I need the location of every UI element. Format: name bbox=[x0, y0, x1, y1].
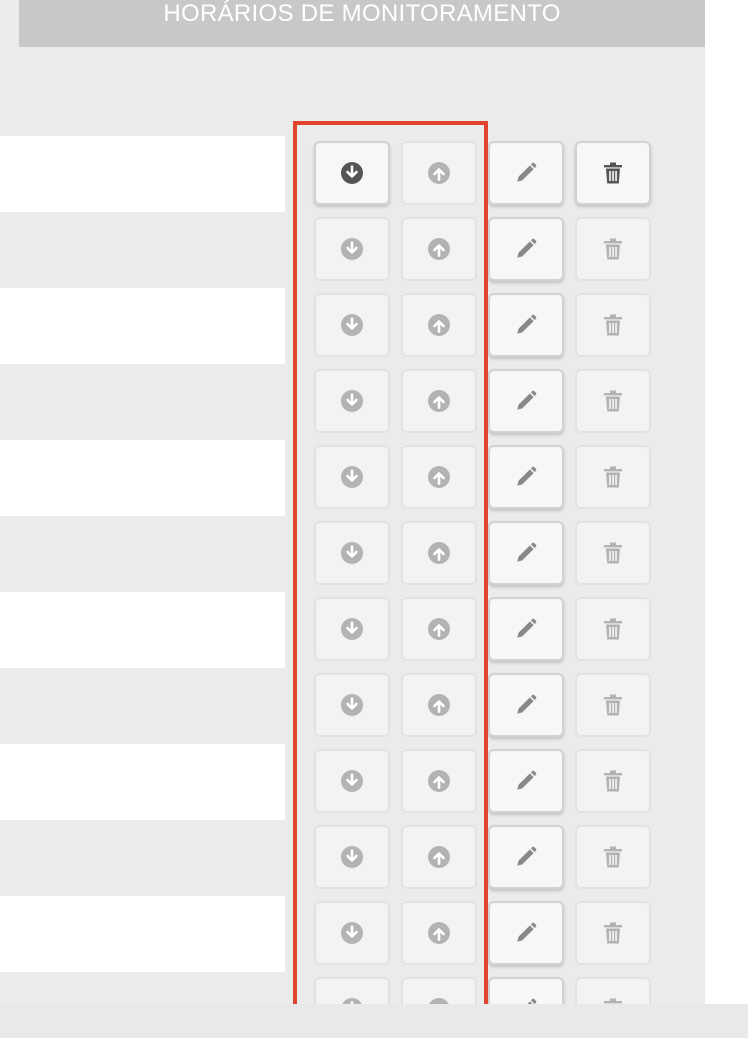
edit-button[interactable] bbox=[488, 673, 564, 737]
pencil-icon bbox=[513, 312, 539, 338]
schedule-row bbox=[0, 288, 285, 364]
pencil-icon bbox=[513, 996, 539, 1004]
pencil-icon bbox=[513, 160, 539, 186]
delete-button[interactable] bbox=[575, 369, 651, 433]
edit-button[interactable] bbox=[488, 977, 564, 1004]
schedule-row bbox=[0, 364, 285, 440]
schedule-row bbox=[0, 668, 285, 744]
right-blank-area bbox=[705, 0, 748, 1004]
delete-button[interactable] bbox=[575, 673, 651, 737]
delete-button[interactable] bbox=[575, 749, 651, 813]
delete-button[interactable] bbox=[575, 293, 651, 357]
highlight-box bbox=[293, 121, 488, 1025]
edit-button[interactable] bbox=[488, 749, 564, 813]
delete-button[interactable] bbox=[575, 445, 651, 509]
schedule-row bbox=[0, 820, 285, 896]
pencil-icon bbox=[513, 464, 539, 490]
schedule-row bbox=[0, 212, 285, 288]
pencil-icon bbox=[513, 692, 539, 718]
edit-button[interactable] bbox=[488, 901, 564, 965]
delete-button[interactable] bbox=[575, 217, 651, 281]
pencil-icon bbox=[513, 236, 539, 262]
delete-button[interactable] bbox=[575, 597, 651, 661]
edit-button[interactable] bbox=[488, 597, 564, 661]
edit-button[interactable] bbox=[488, 445, 564, 509]
schedule-row bbox=[0, 136, 285, 212]
trash-icon bbox=[602, 693, 624, 717]
schedule-row bbox=[0, 972, 285, 1004]
edit-button[interactable] bbox=[488, 141, 564, 205]
schedule-row bbox=[0, 516, 285, 592]
edit-button[interactable] bbox=[488, 217, 564, 281]
delete-button[interactable] bbox=[575, 521, 651, 585]
pencil-icon bbox=[513, 540, 539, 566]
delete-button[interactable] bbox=[575, 901, 651, 965]
trash-icon bbox=[602, 769, 624, 793]
trash-icon bbox=[602, 237, 624, 261]
trash-icon bbox=[602, 997, 624, 1004]
pencil-icon bbox=[513, 388, 539, 414]
footer-bar bbox=[0, 1004, 748, 1038]
pencil-icon bbox=[513, 844, 539, 870]
pencil-icon bbox=[513, 616, 539, 642]
trash-icon bbox=[602, 313, 624, 337]
schedule-row bbox=[0, 440, 285, 516]
edit-button[interactable] bbox=[488, 369, 564, 433]
schedule-row bbox=[0, 592, 285, 668]
pencil-icon bbox=[513, 768, 539, 794]
trash-icon bbox=[602, 845, 624, 869]
trash-icon bbox=[602, 161, 624, 185]
trash-icon bbox=[602, 389, 624, 413]
edit-button[interactable] bbox=[488, 293, 564, 357]
trash-icon bbox=[602, 465, 624, 489]
edit-button[interactable] bbox=[488, 825, 564, 889]
trash-icon bbox=[602, 617, 624, 641]
schedule-row bbox=[0, 896, 285, 972]
delete-button[interactable] bbox=[575, 141, 651, 205]
trash-icon bbox=[602, 921, 624, 945]
pencil-icon bbox=[513, 920, 539, 946]
delete-button[interactable] bbox=[575, 825, 651, 889]
edit-button[interactable] bbox=[488, 521, 564, 585]
delete-button[interactable] bbox=[575, 977, 651, 1004]
schedule-row bbox=[0, 744, 285, 820]
trash-icon bbox=[602, 541, 624, 565]
